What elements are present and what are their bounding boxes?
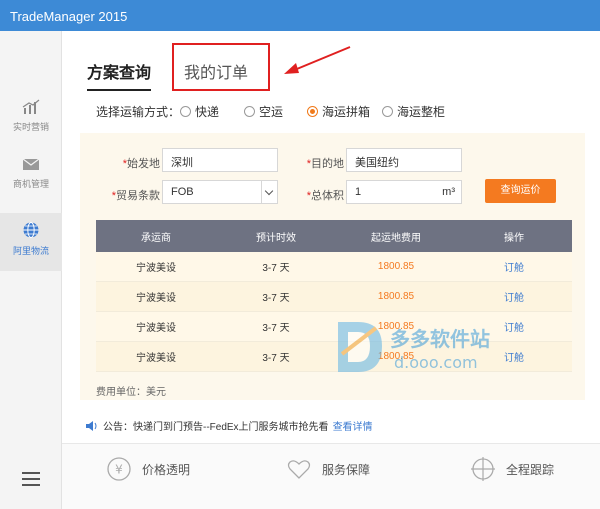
table-row: 宁波美设 3-7 天 1800.85 订舱	[96, 282, 572, 312]
volume-unit: m³	[442, 186, 455, 198]
shipping-method-group: 选择运输方式： 快递 空运 海运拼箱 海运整柜	[96, 102, 556, 120]
header-carrier: 承运商	[141, 232, 171, 244]
globe-icon	[23, 222, 39, 238]
notice-text: 公告：快递门到门预告--FedEx上门服务城市抢先看	[103, 422, 329, 433]
speaker-icon	[86, 420, 97, 431]
svg-text:¥: ¥	[115, 463, 123, 477]
target-icon	[471, 457, 495, 481]
feature-service-guarantee: 服务保障	[286, 456, 370, 482]
volume-input[interactable]: 1 m³	[346, 180, 462, 204]
radio-sea-lcl[interactable]: 海运拼箱	[307, 102, 370, 120]
menu-icon[interactable]	[22, 472, 40, 486]
sidebar-item-label: 商机管理	[12, 179, 49, 189]
main-content: 方案查询 我的订单 选择运输方式： 快递 空运 海运拼箱 海运整柜 *始发地 深…	[62, 31, 600, 509]
svg-text:d.ooo.com: d.ooo.com	[394, 353, 478, 372]
annotation-arrow-icon	[284, 46, 351, 74]
sidebar-item-business-management[interactable]: 商机管理	[0, 156, 62, 212]
annotation-highlight-box	[172, 43, 270, 91]
tab-plan-query[interactable]: 方案查询	[87, 59, 152, 91]
trade-terms-label: *贸易条款	[111, 190, 160, 202]
sidebar-item-ali-logistics[interactable]: 阿里物流	[0, 213, 62, 271]
svg-text:多多软件站: 多多软件站	[390, 327, 490, 351]
mail-icon	[22, 158, 40, 170]
radio-air[interactable]: 空运	[244, 102, 283, 120]
query-price-button[interactable]: 查询运价	[485, 179, 556, 203]
fee-unit-note: 费用单位：美元	[96, 387, 166, 398]
notice-bar: 公告：快递门到门预告--FedEx上门服务城市抢先看 查看详情	[86, 418, 373, 433]
trade-terms-select[interactable]: FOB	[162, 180, 278, 204]
sidebar: 实时营销 商机管理 阿里物流	[0, 31, 62, 509]
radio-sea-fcl[interactable]: 海运整柜	[382, 102, 445, 120]
feature-full-tracking: 全程跟踪	[470, 456, 554, 482]
sidebar-item-label: 实时营销	[12, 122, 49, 132]
book-link[interactable]: 订舱	[456, 282, 572, 311]
table-header: 承运商 预计时效 起运地费用 操作	[96, 220, 572, 252]
chart-icon	[22, 99, 40, 114]
table-row: 宁波美设 3-7 天 1800.85 订舱	[96, 252, 572, 282]
feature-footer: ¥ 价格透明 服务保障 全程跟踪	[62, 443, 600, 509]
window-title: TradeManager 2015	[10, 9, 128, 24]
destination-label: *目的地	[306, 158, 344, 170]
header-origin-fee: 起运地费用	[371, 232, 421, 244]
volume-label: *总体积	[306, 190, 344, 202]
sidebar-item-realtime-marketing[interactable]: 实时营销	[0, 99, 62, 155]
chevron-down-icon	[261, 181, 277, 203]
heart-icon	[287, 460, 311, 479]
watermark-logo: 多多软件站 d.ooo.com	[338, 322, 490, 372]
sidebar-item-label: 阿里物流	[12, 246, 49, 256]
destination-input[interactable]: 美国纽约	[346, 148, 462, 172]
book-link[interactable]: 订舱	[456, 252, 572, 281]
yen-icon: ¥	[107, 457, 131, 481]
radio-express[interactable]: 快递	[180, 102, 219, 120]
origin-input[interactable]: 深圳	[162, 148, 278, 172]
notice-details-link[interactable]: 查看详情	[333, 418, 373, 433]
title-bar: TradeManager 2015	[0, 0, 600, 31]
header-action: 操作	[504, 232, 524, 244]
feature-price-transparency: ¥ 价格透明	[106, 456, 190, 482]
header-transit-time: 预计时效	[256, 232, 296, 244]
shipping-method-label: 选择运输方式：	[96, 105, 181, 119]
origin-label: *始发地	[122, 158, 160, 170]
